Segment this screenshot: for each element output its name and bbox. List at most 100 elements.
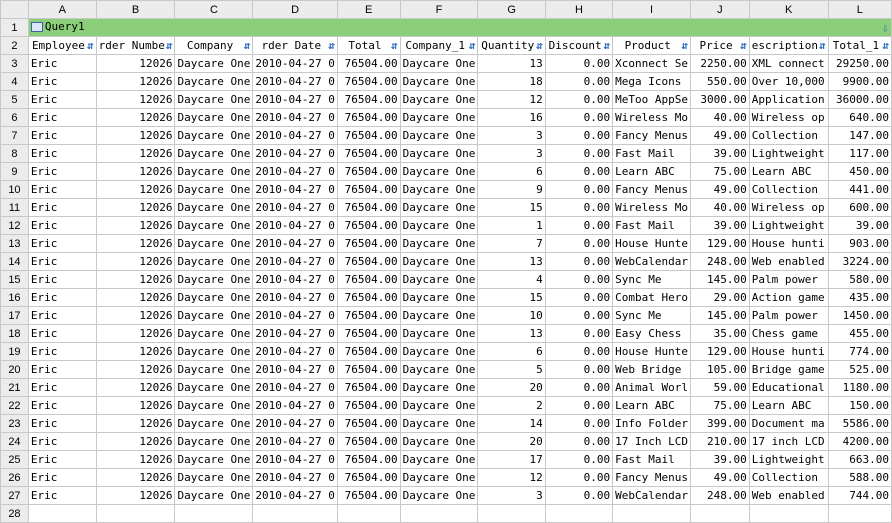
cell-description[interactable]: Web enabled [748,486,829,505]
cell-order-date[interactable]: 2010-04-27 0 [252,126,338,145]
cell-employee[interactable]: Eric [27,342,97,361]
row-header[interactable]: 16 [0,288,29,307]
cell-employee[interactable]: Eric [27,270,97,289]
cell-order-number[interactable]: 12026 [95,54,176,73]
cell-discount[interactable]: 0.00 [544,378,614,397]
cell-total-1[interactable]: 5586.00 [827,414,892,433]
cell-company[interactable]: Daycare One [174,90,254,109]
cell-order-number[interactable]: 12026 [95,288,176,307]
row-header[interactable]: 25 [0,450,29,469]
cell-company[interactable]: Daycare One [174,162,254,181]
cell-description[interactable]: Chess game [748,324,829,343]
cell-description[interactable]: Collection [748,180,829,199]
cell-total-1[interactable]: 4200.00 [827,432,892,451]
cell-total[interactable]: 76504.00 [336,144,401,163]
cell-discount[interactable]: 0.00 [544,414,614,433]
cell-quantity[interactable]: 17 [477,450,546,469]
cell-discount[interactable]: 0.00 [544,72,614,91]
cell-company[interactable]: Daycare One [174,72,254,91]
cell-description[interactable]: 17 inch LCD [748,432,829,451]
empty-cell[interactable] [689,504,750,523]
empty-cell[interactable] [174,504,254,523]
cell-total[interactable]: 76504.00 [336,234,401,253]
cell-product[interactable]: Web Bridge [612,360,691,379]
cell-order-number[interactable]: 12026 [95,432,176,451]
sort-arrow-icon[interactable]: ⇵ [391,39,398,52]
cell-quantity[interactable]: 15 [477,198,546,217]
row-header[interactable]: 20 [0,360,29,379]
cell-order-number[interactable]: 12026 [95,342,176,361]
cell-company-1[interactable]: Daycare One [399,216,479,235]
cell-order-number[interactable]: 12026 [95,198,176,217]
cell-total-1[interactable]: 663.00 [827,450,892,469]
cell-product[interactable]: Easy Chess [612,324,691,343]
cell-order-date[interactable]: 2010-04-27 0 [252,270,338,289]
cell-company[interactable]: Daycare One [174,234,254,253]
cell-total-1[interactable]: 117.00 [827,144,892,163]
cell-description[interactable]: Action game [748,288,829,307]
row-header[interactable]: 5 [0,90,29,109]
cell-order-date[interactable]: 2010-04-27 0 [252,414,338,433]
cell-price[interactable]: 75.00 [689,396,750,415]
cell-order-date[interactable]: 2010-04-27 0 [252,468,338,487]
row-header[interactable]: 8 [0,144,29,163]
cell-product[interactable]: WebCalendar [612,486,691,505]
cell-price[interactable]: 49.00 [689,180,750,199]
cell-employee[interactable]: Eric [27,126,97,145]
cell-order-date[interactable]: 2010-04-27 0 [252,450,338,469]
cell-total[interactable]: 76504.00 [336,360,401,379]
cell-price[interactable]: 129.00 [689,234,750,253]
cell-quantity[interactable]: 1 [477,216,546,235]
cell-quantity[interactable]: 16 [477,108,546,127]
cell-company-1[interactable]: Daycare One [399,288,479,307]
cell-discount[interactable]: 0.00 [544,216,614,235]
cell-company[interactable]: Daycare One [174,432,254,451]
cell-price[interactable]: 129.00 [689,342,750,361]
cell-employee[interactable]: Eric [27,486,97,505]
row-header[interactable]: 13 [0,234,29,253]
cell-product[interactable]: Fast Mail [612,216,691,235]
cell-company-1[interactable]: Daycare One [399,234,479,253]
cell-price[interactable]: 40.00 [689,198,750,217]
cell-company[interactable]: Daycare One [174,252,254,271]
cell-product[interactable]: Learn ABC [612,396,691,415]
cell-discount[interactable]: 0.00 [544,306,614,325]
cell-order-date[interactable]: 2010-04-27 0 [252,198,338,217]
column-header-i[interactable]: I [612,0,691,19]
cell-company-1[interactable]: Daycare One [399,486,479,505]
cell-price[interactable]: 248.00 [689,252,750,271]
cell-product[interactable]: Sync Me [612,270,691,289]
cell-product[interactable]: 17 Inch LCD [612,432,691,451]
empty-cell[interactable] [399,504,479,523]
cell-total-1[interactable]: 39.00 [827,216,892,235]
row-header[interactable]: 3 [0,54,29,73]
cell-employee[interactable]: Eric [27,468,97,487]
column-header-d[interactable]: D [252,0,338,19]
cell-description[interactable]: Learn ABC [748,396,829,415]
cell-product[interactable]: Animal Worl [612,378,691,397]
cell-discount[interactable]: 0.00 [544,90,614,109]
cell-product[interactable]: Fancy Menus [612,468,691,487]
empty-cell[interactable] [544,504,614,523]
column-header-a[interactable]: A [27,0,97,19]
cell-company-1[interactable]: Daycare One [399,144,479,163]
cell-order-number[interactable]: 12026 [95,234,176,253]
cell-company[interactable]: Daycare One [174,468,254,487]
cell-quantity[interactable]: 12 [477,468,546,487]
cell-product[interactable]: Wireless Mo [612,198,691,217]
cell-price[interactable]: 59.00 [689,378,750,397]
column-header-j[interactable]: J [689,0,750,19]
cell-company-1[interactable]: Daycare One [399,126,479,145]
cell-employee[interactable]: Eric [27,450,97,469]
cell-total-1[interactable]: 455.00 [827,324,892,343]
cell-description[interactable]: Bridge game [748,360,829,379]
cell-total-1[interactable]: 600.00 [827,198,892,217]
column-header-h[interactable]: H [544,0,614,19]
sort-arrow-icon[interactable]: ⇵ [604,39,611,52]
cell-employee[interactable]: Eric [27,216,97,235]
cell-employee[interactable]: Eric [27,162,97,181]
cell-quantity[interactable]: 14 [477,414,546,433]
cell-employee[interactable]: Eric [27,378,97,397]
cell-total[interactable]: 76504.00 [336,270,401,289]
cell-description[interactable]: Palm power [748,306,829,325]
